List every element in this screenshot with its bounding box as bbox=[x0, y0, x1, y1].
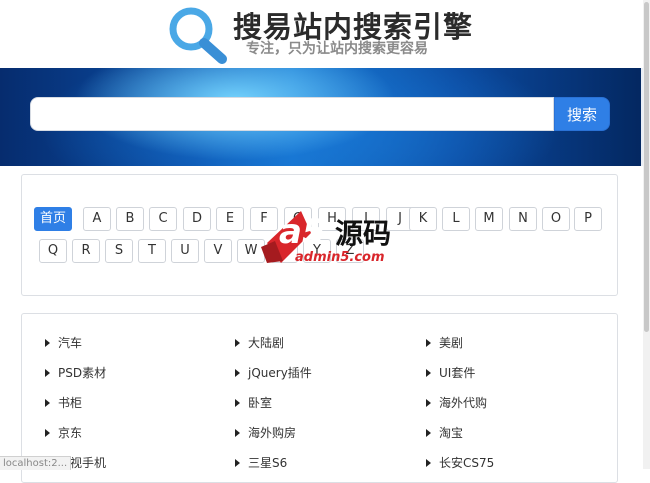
letter-btn-b[interactable]: B bbox=[116, 207, 144, 231]
category-label: 海外购房 bbox=[248, 426, 297, 440]
category-label: 长安CS75 bbox=[439, 456, 495, 470]
search-input[interactable] bbox=[30, 97, 554, 131]
category-label: 三星S6 bbox=[248, 456, 288, 470]
category-link[interactable]: 长安CS75 bbox=[426, 454, 494, 471]
caret-right-icon bbox=[45, 339, 50, 347]
category-label: 淘宝 bbox=[439, 426, 464, 440]
category-label: 京东 bbox=[58, 426, 83, 440]
status-url: localhost:2... bbox=[0, 456, 72, 470]
caret-right-icon bbox=[235, 339, 240, 347]
category-label: 美剧 bbox=[439, 336, 464, 350]
letter-btn-q[interactable]: Q bbox=[39, 239, 67, 263]
caret-right-icon bbox=[426, 339, 431, 347]
site-slogan: 专注，只为让站内搜索更容易 bbox=[246, 41, 428, 57]
watermark-url: admin5.com bbox=[295, 250, 385, 265]
category-link[interactable]: 书柜 bbox=[45, 394, 82, 411]
letter-btn-a[interactable]: A bbox=[83, 207, 111, 231]
letter-btn-s[interactable]: S bbox=[105, 239, 133, 263]
category-link[interactable]: 美剧 bbox=[426, 334, 463, 351]
category-link[interactable]: 三星S6 bbox=[235, 454, 287, 471]
letter-btn-e[interactable]: E bbox=[216, 207, 244, 231]
caret-right-icon bbox=[45, 429, 50, 437]
page-scrollbar[interactable] bbox=[643, 0, 650, 469]
letter-btn-n[interactable]: N bbox=[509, 207, 537, 231]
letter-btn-p[interactable]: P bbox=[574, 207, 602, 231]
caret-right-icon bbox=[45, 369, 50, 377]
category-label: 海外代购 bbox=[439, 396, 488, 410]
caret-right-icon bbox=[426, 429, 431, 437]
caret-right-icon bbox=[45, 399, 50, 407]
caret-right-icon bbox=[235, 429, 240, 437]
category-link[interactable]: 京东 bbox=[45, 424, 82, 441]
letter-btn-o[interactable]: O bbox=[542, 207, 570, 231]
category-link[interactable]: jQuery插件 bbox=[235, 364, 312, 381]
letter-btn-c[interactable]: C bbox=[149, 207, 177, 231]
category-link[interactable]: 汽车 bbox=[45, 334, 82, 351]
letter-btn-v[interactable]: V bbox=[204, 239, 232, 263]
category-label: 汽车 bbox=[58, 336, 83, 350]
category-link[interactable]: PSD素材 bbox=[45, 364, 106, 381]
letter-btn-u[interactable]: U bbox=[171, 239, 199, 263]
letter-btn-k[interactable]: K bbox=[409, 207, 437, 231]
letter-btn-home[interactable]: 首页 bbox=[34, 207, 72, 231]
letter-btn-l[interactable]: L bbox=[442, 207, 470, 231]
caret-right-icon bbox=[426, 369, 431, 377]
site-header: 搜易站内搜索引擎 专注，只为让站内搜索更容易 bbox=[0, 0, 650, 68]
category-link[interactable]: 海外代购 bbox=[426, 394, 487, 411]
letter-btn-m[interactable]: M bbox=[475, 207, 503, 231]
category-label: PSD素材 bbox=[58, 366, 107, 380]
watermark-a5: a5 bbox=[279, 212, 326, 252]
letter-btn-d[interactable]: D bbox=[183, 207, 211, 231]
category-label: 书柜 bbox=[58, 396, 83, 410]
category-label: jQuery插件 bbox=[248, 366, 312, 380]
category-label: UI套件 bbox=[439, 366, 476, 380]
caret-right-icon bbox=[235, 459, 240, 467]
caret-right-icon bbox=[235, 399, 240, 407]
category-link[interactable]: 淘宝 bbox=[426, 424, 463, 441]
category-link[interactable]: UI套件 bbox=[426, 364, 475, 381]
letter-btn-r[interactable]: R bbox=[72, 239, 100, 263]
caret-right-icon bbox=[426, 459, 431, 467]
category-link[interactable]: 大陆剧 bbox=[235, 334, 284, 351]
caret-right-icon bbox=[235, 369, 240, 377]
category-link[interactable]: 海外购房 bbox=[235, 424, 296, 441]
watermark-cn: 源码 bbox=[335, 217, 391, 250]
scrollbar-thumb[interactable] bbox=[644, 2, 649, 332]
caret-right-icon bbox=[426, 399, 431, 407]
magnifier-logo-icon bbox=[169, 7, 227, 64]
category-panel: 汽车 大陆剧 美剧 PSD素材 jQuery插件 UI套件书柜 卧室 海外代购京东 海外购房 淘宝… bbox=[21, 313, 618, 483]
category-label: 卧室 bbox=[248, 396, 273, 410]
letter-btn-t[interactable]: T bbox=[138, 239, 166, 263]
admin5-watermark-logo: a5 源码 admin5.com bbox=[261, 211, 391, 265]
category-link[interactable]: 卧室 bbox=[235, 394, 272, 411]
category-label: 大陆剧 bbox=[248, 336, 285, 350]
search-button[interactable]: 搜索 bbox=[554, 97, 610, 131]
